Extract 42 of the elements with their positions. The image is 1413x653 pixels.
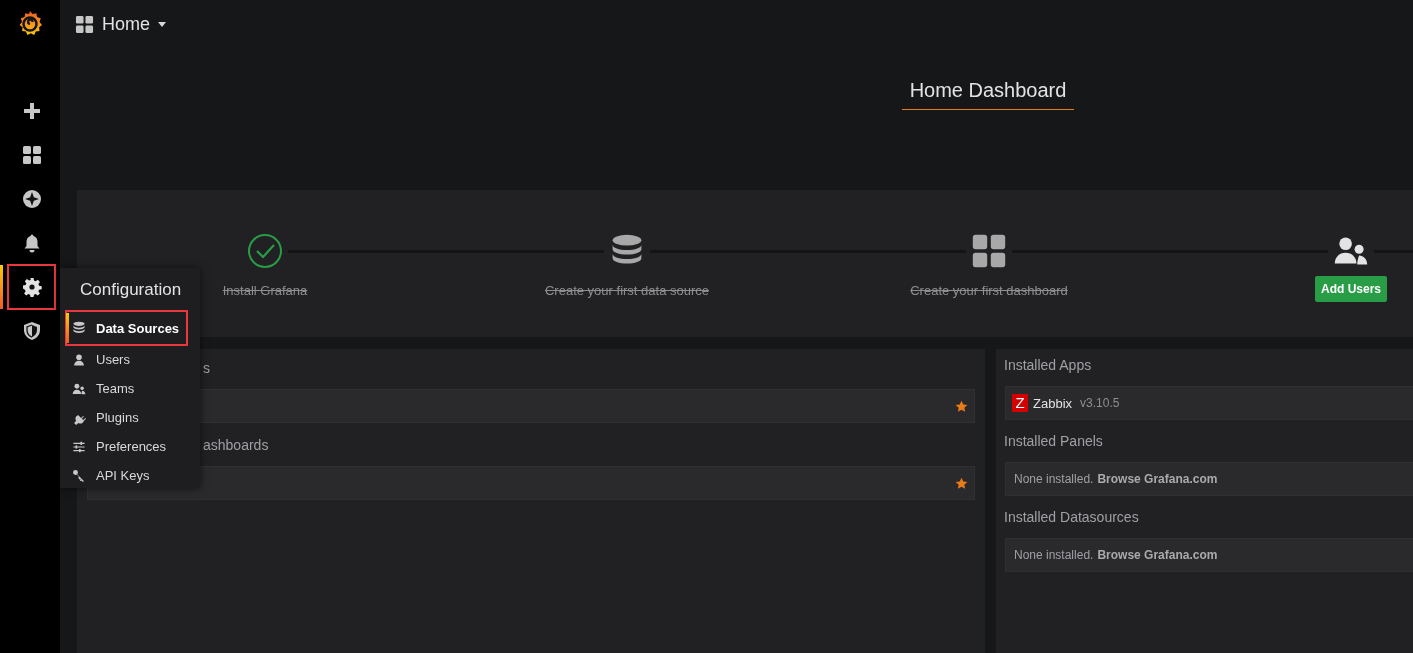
bell-icon <box>21 233 42 253</box>
section-title: ashboards <box>203 436 269 455</box>
compass-icon <box>21 189 42 209</box>
menu-item[interactable]: Data Sources <box>66 311 187 345</box>
section-title: Installed Panels <box>1004 432 1104 451</box>
menu-item[interactable]: Plugins <box>60 403 200 432</box>
browse-link[interactable]: Browse Grafana.com <box>1097 472 1218 486</box>
menu-item[interactable]: Preferences <box>60 432 200 461</box>
app-logo: Z <box>1012 394 1028 412</box>
app-row[interactable]: Z Zabbix v3.10.5 <box>1005 386 1413 420</box>
dashboard-picker[interactable]: Home <box>75 13 166 35</box>
user-icon <box>72 352 86 367</box>
step-label: Install Grafana <box>222 283 308 298</box>
menu-item[interactable]: API Keys <box>60 461 200 490</box>
database-icon <box>72 321 86 335</box>
browse-link[interactable]: Browse Grafana.com <box>1097 548 1218 562</box>
section-title: Installed Datasources <box>1004 508 1140 527</box>
add-users-button[interactable]: Add Users <box>1315 276 1387 302</box>
shield-icon <box>21 321 42 341</box>
grid-icon <box>75 14 94 34</box>
users-icon <box>72 381 86 396</box>
menu-item[interactable]: Users <box>60 345 200 374</box>
app-version: v3.10.5 <box>1080 396 1120 410</box>
empty-message: None installed. <box>1014 472 1094 486</box>
section-title: Installed Apps <box>1004 356 1093 375</box>
section-title: s <box>203 359 210 378</box>
step-label: Create your first dashboard <box>910 283 1068 298</box>
menu-title: Configuration <box>79 279 183 301</box>
dashboard-title: Home <box>102 13 150 35</box>
step-label: Create your first data source <box>545 283 709 298</box>
check-circle-icon <box>247 233 283 269</box>
plus-icon <box>21 101 42 121</box>
app-name: Zabbix <box>1033 395 1073 411</box>
page-heading: Home Dashboard <box>901 79 1075 110</box>
grid-icon <box>21 145 42 165</box>
caret-icon <box>158 21 166 27</box>
empty-message: None installed. <box>1014 548 1094 562</box>
key-icon <box>72 468 86 483</box>
settings-icon <box>21 277 42 297</box>
grid-icon <box>971 233 1007 269</box>
sliders-icon <box>72 439 86 454</box>
menu-item[interactable]: Teams <box>60 374 200 403</box>
